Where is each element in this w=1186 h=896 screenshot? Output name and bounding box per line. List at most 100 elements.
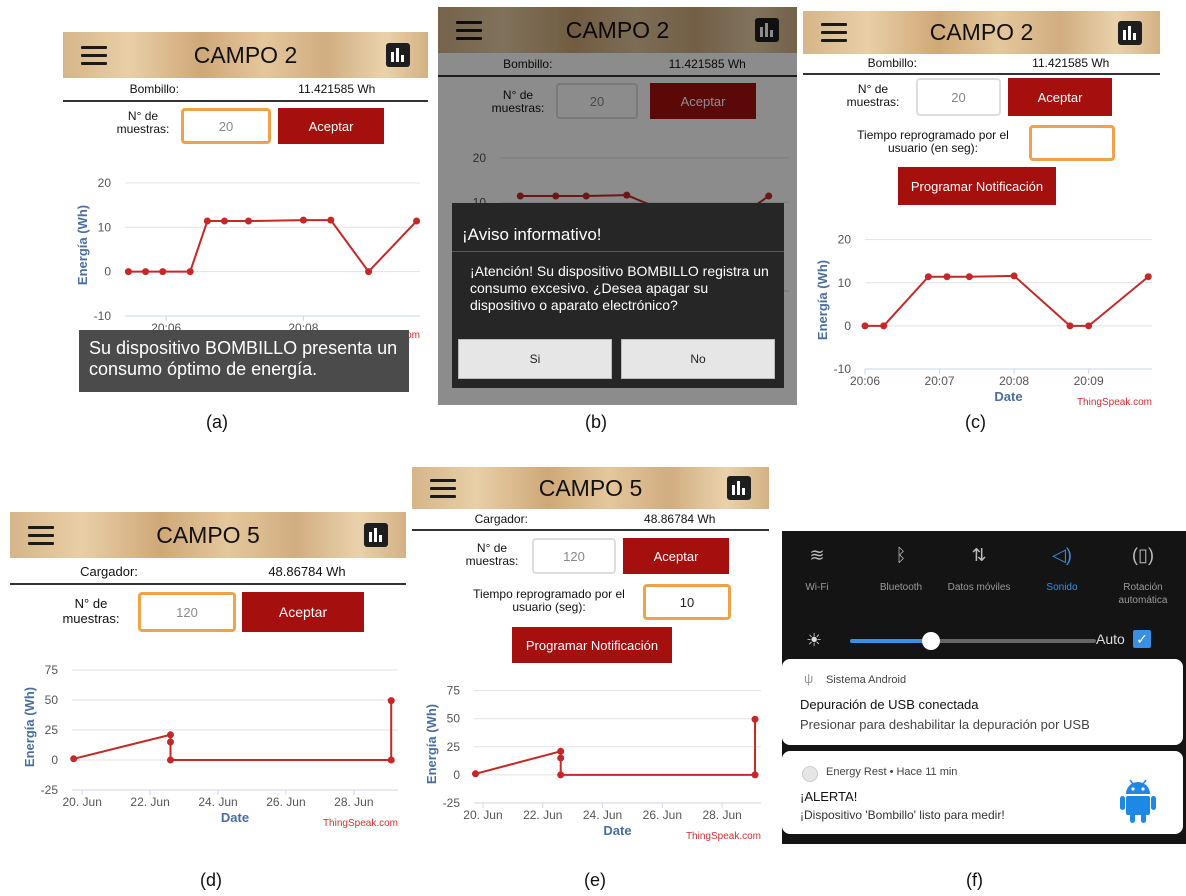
app-header: CAMPO 5 bbox=[10, 512, 406, 558]
chart-svg: -25 0 25 50 75 20. Jun 22. Jun 24. Jun 26. Jun 28… bbox=[424, 684, 761, 842]
chart-icon[interactable] bbox=[727, 476, 751, 500]
reprogram-input[interactable] bbox=[1029, 125, 1115, 161]
screenshot-d: CAMPO 5 Cargador: 48.86784 Wh N° de mues… bbox=[10, 512, 406, 830]
accept-button[interactable]: Aceptar bbox=[1008, 78, 1112, 116]
page-title: CAMPO 2 bbox=[193, 41, 298, 68]
data-point bbox=[861, 322, 869, 330]
y-tick-label: 75 bbox=[45, 663, 59, 677]
notification-text: Presionar para deshabilitar la depuració… bbox=[800, 717, 1090, 732]
device-label: Cargador: bbox=[474, 512, 528, 526]
bluetooth-icon: ᛒ bbox=[895, 545, 907, 565]
device-info-row: Bombillo: 11.421585 Wh bbox=[63, 82, 428, 102]
notification-usb[interactable]: ψ Sistema Android Depuración de USB cone… bbox=[782, 659, 1183, 745]
app-header: CAMPO 2 bbox=[803, 11, 1160, 54]
chart-icon[interactable] bbox=[364, 523, 388, 547]
notification-title: Depuración de USB conectada bbox=[800, 697, 979, 712]
y-tick-label: 25 bbox=[447, 740, 461, 754]
screenshot-e: CAMPO 5 Cargador: 48.86784 Wh N° de mues… bbox=[412, 467, 769, 843]
auto-brightness-checkbox[interactable]: ✓ bbox=[1133, 630, 1151, 648]
samples-input[interactable]: 120 bbox=[532, 538, 616, 574]
screenshot-c: CAMPO 2 Bombillo: 11.421585 Wh N° de mue… bbox=[803, 11, 1160, 409]
menu-icon[interactable] bbox=[81, 41, 107, 70]
x-tick-label: 20:08 bbox=[999, 374, 1029, 388]
menu-icon[interactable] bbox=[28, 521, 54, 550]
program-notification-button[interactable]: Programar Notificación bbox=[898, 167, 1056, 205]
reprogram-label: Tiempo reprogramado por el usuario (seg)… bbox=[460, 588, 638, 614]
caption-e: (e) bbox=[584, 870, 606, 890]
data-point bbox=[244, 217, 252, 225]
data-point bbox=[413, 217, 421, 225]
y-tick-label: 0 bbox=[453, 768, 460, 782]
menu-icon[interactable] bbox=[821, 18, 847, 47]
samples-input[interactable]: 20 bbox=[916, 78, 1001, 116]
data-point bbox=[220, 217, 228, 225]
reprogram-label-line2: usuario (seg): bbox=[512, 600, 586, 614]
caption-d: (d) bbox=[200, 870, 222, 890]
screenshot-f: ≋ Wi-Fi ᛒ Bluetooth ⇅ Datos móviles ◁) S… bbox=[782, 531, 1186, 844]
accept-button[interactable]: Aceptar bbox=[278, 108, 384, 144]
x-tick-label: 28. Jun bbox=[702, 808, 741, 822]
tile-mobile-data[interactable]: ⇅ Datos móviles bbox=[944, 546, 1014, 594]
auto-brightness-label: Auto bbox=[1096, 631, 1125, 647]
samples-label-line2: muestras: bbox=[116, 122, 170, 136]
data-point bbox=[387, 697, 395, 705]
y-tick-label: -10 bbox=[834, 362, 852, 376]
brightness-thumb[interactable] bbox=[922, 632, 941, 650]
reprogram-input[interactable]: 10 bbox=[643, 584, 731, 620]
tile-label: Bluetooth bbox=[879, 582, 923, 593]
data-point bbox=[166, 731, 174, 739]
energy-chart: -25 0 25 50 75 20. Jun 22. Jun 24. Jun 26. Jun 28… bbox=[10, 652, 406, 830]
dialog-divider bbox=[452, 251, 784, 252]
accept-button[interactable]: Aceptar bbox=[242, 592, 364, 632]
data-point bbox=[1010, 272, 1018, 280]
tile-sound[interactable]: ◁) Sonido bbox=[1027, 545, 1097, 594]
y-tick-label: 50 bbox=[45, 693, 59, 707]
data-point bbox=[327, 216, 335, 224]
chart-icon[interactable] bbox=[386, 43, 410, 67]
quick-settings-tiles: ≋ Wi-Fi ᛒ Bluetooth ⇅ Datos móviles ◁) S… bbox=[782, 545, 1186, 629]
samples-label-line2: muestras: bbox=[846, 95, 900, 109]
brightness-fill bbox=[850, 639, 932, 643]
data-point bbox=[70, 755, 78, 763]
y-tick-label: 10 bbox=[98, 220, 112, 234]
energy-chart: -10 0 10 20 20:06 20:07 20:08 20:09 Energía (Wh)… bbox=[803, 219, 1160, 409]
samples-input[interactable]: 20 bbox=[181, 108, 271, 144]
y-axis-label: Energía (Wh) bbox=[815, 260, 830, 340]
data-point bbox=[1144, 273, 1152, 281]
data-point bbox=[557, 771, 565, 779]
data-point bbox=[387, 756, 395, 764]
sound-icon: ◁) bbox=[1052, 545, 1072, 565]
samples-input[interactable]: 120 bbox=[138, 592, 236, 632]
rotation-icon: (▯) bbox=[1132, 545, 1154, 565]
tile-bluetooth[interactable]: ᛒ Bluetooth bbox=[866, 545, 936, 594]
info-dialog: ¡Aviso informativo! ¡Atención! Su dispos… bbox=[452, 203, 784, 388]
yes-button[interactable]: Si bbox=[458, 339, 612, 379]
tile-rotation[interactable]: (▯) Rotación automática bbox=[1108, 545, 1178, 607]
x-tick-label: 20:07 bbox=[925, 374, 955, 388]
program-notification-button[interactable]: Programar Notificación bbox=[512, 627, 672, 663]
y-tick-label: 50 bbox=[447, 712, 461, 726]
samples-label-line2: muestras: bbox=[62, 611, 120, 626]
notification-title: ¡ALERTA! bbox=[800, 789, 858, 804]
dialog-message: ¡Atención! Su dispositivo BOMBILLO regis… bbox=[470, 263, 769, 313]
tile-wifi[interactable]: ≋ Wi-Fi bbox=[782, 546, 852, 594]
data-point bbox=[365, 268, 373, 276]
x-axis-label: Date bbox=[603, 823, 631, 838]
chart-icon[interactable] bbox=[1118, 20, 1142, 45]
device-value: 11.421585 Wh bbox=[298, 82, 376, 96]
y-tick-label: -25 bbox=[443, 796, 461, 810]
notification-energy-rest[interactable]: Energy Rest • Hace 11 min ¡ALERTA! ¡Disp… bbox=[782, 751, 1183, 834]
data-point bbox=[299, 216, 307, 224]
no-button[interactable]: No bbox=[621, 339, 775, 379]
data-point bbox=[166, 738, 174, 746]
data-point bbox=[924, 273, 932, 281]
y-axis-label: Energía (Wh) bbox=[424, 704, 439, 784]
device-label: Bombillo: bbox=[867, 56, 917, 70]
x-tick-label: 26. Jun bbox=[643, 808, 682, 822]
device-info-row: Cargador: 48.86784 Wh bbox=[10, 564, 406, 585]
app-header: CAMPO 2 bbox=[63, 32, 428, 78]
brightness-slider[interactable] bbox=[850, 632, 1096, 650]
accept-button[interactable]: Aceptar bbox=[623, 538, 729, 574]
samples-label: N° de muestras: bbox=[452, 542, 532, 568]
menu-icon[interactable] bbox=[430, 474, 456, 503]
